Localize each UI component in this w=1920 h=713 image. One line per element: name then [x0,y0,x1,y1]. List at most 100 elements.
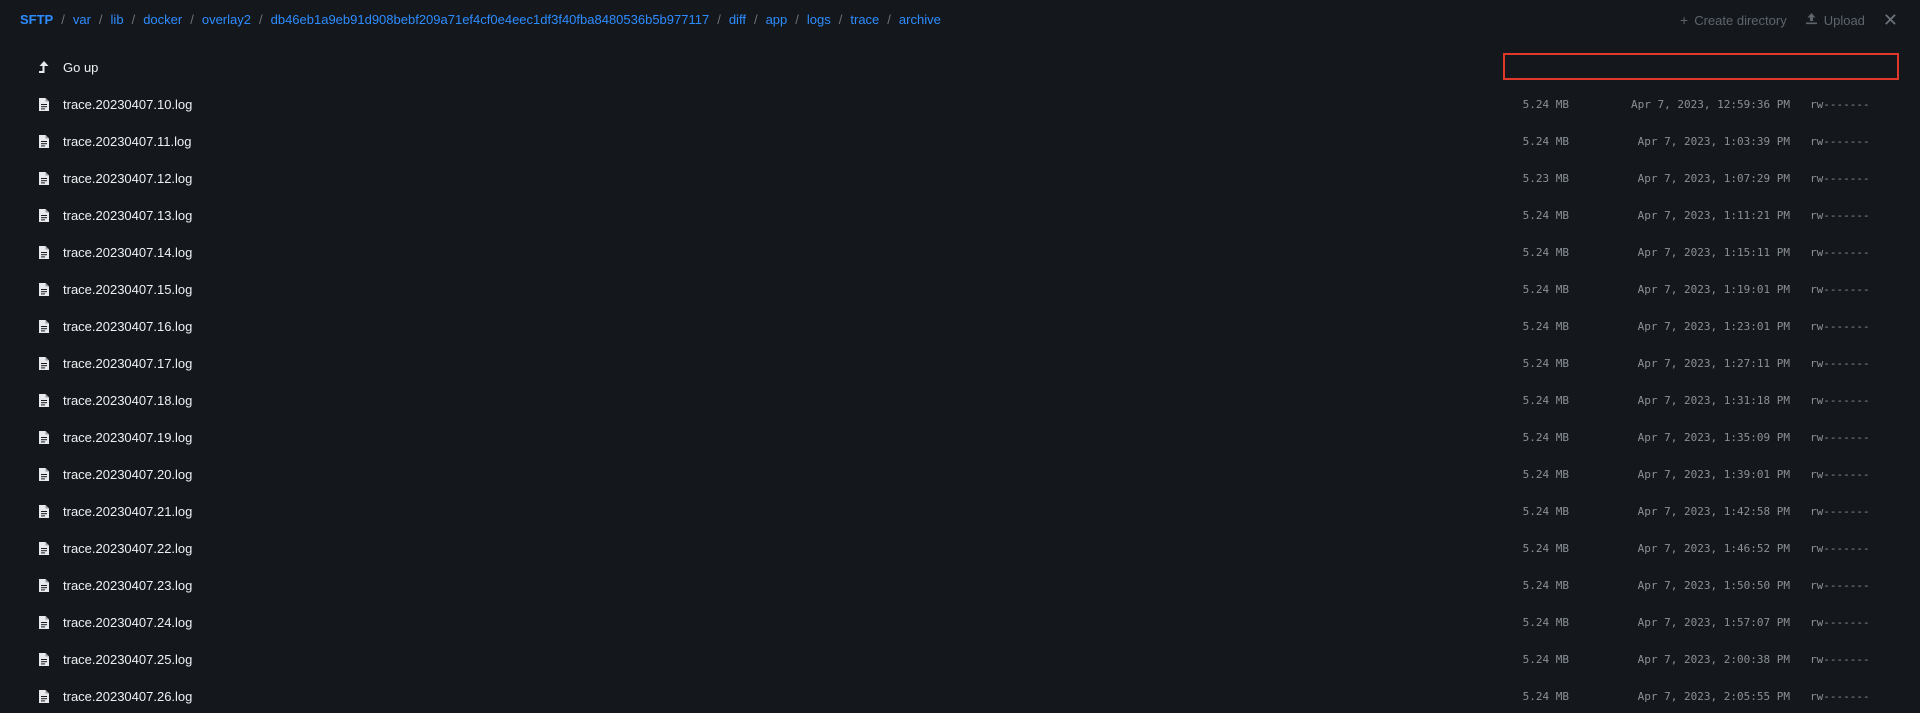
file-size: 5.24 MB [1522,616,1569,629]
breadcrumb-item[interactable]: var [73,12,91,27]
file-icon [38,319,50,334]
file-icon [38,504,50,519]
breadcrumb-separator: / [887,12,891,27]
breadcrumb-separator: / [838,12,843,27]
file-size: 5.24 MB [1522,431,1569,444]
file-size: 5.24 MB [1522,579,1569,592]
file-row[interactable]: trace.20230407.17.log 5.24 MB Apr 7, 2023,… [0,346,1920,383]
file-name: trace.20230407.18.log [63,393,193,408]
file-name: trace.20230407.17.log [63,356,193,371]
file-row[interactable]: trace.20230407.20.log 5.24 MB Apr 7, 2023,… [0,457,1920,494]
go-up-icon [38,60,50,75]
file-icon [38,282,50,297]
file-date: Apr 7, 2023, 1:39:01 PM [1637,468,1790,481]
file-icon [38,356,50,371]
file-row[interactable]: trace.20230407.26.log 5.24 MB Apr 7, 2023,… [0,679,1920,713]
file-permissions: rw------- [1810,209,1870,222]
file-permissions: rw------- [1810,320,1870,333]
file-size: 5.24 MB [1522,690,1569,703]
file-permissions: rw------- [1810,542,1870,555]
breadcrumb-item[interactable]: lib [111,12,124,27]
go-up-label: Go up [63,60,99,75]
file-icon [38,615,50,630]
file-date: Apr 7, 2023, 1:03:39 PM [1637,135,1790,148]
file-size: 5.23 MB [1522,172,1569,185]
file-row[interactable]: trace.20230407.11.log 5.24 MB Apr 7, 2023,… [0,124,1920,161]
sftp-browser: SFTP / var / lib / docker / overlay2 / d… [0,0,1920,713]
file-name: trace.20230407.13.log [63,208,193,223]
file-row[interactable]: trace.20230407.12.log 5.23 MB Apr 7, 2023,… [0,161,1920,198]
file-row[interactable]: trace.20230407.18.log 5.24 MB Apr 7, 2023,… [0,383,1920,420]
file-permissions: rw------- [1810,690,1870,703]
file-size: 5.24 MB [1522,283,1569,296]
file-list: Go up trace.20230407.10.log 5.24 MB Apr 7,… [0,50,1920,713]
file-permissions: rw------- [1810,394,1870,407]
file-name: trace.20230407.11.log [63,134,192,149]
file-date: Apr 7, 2023, 1:46:52 PM [1637,542,1790,555]
file-date: Apr 7, 2023, 1:42:58 PM [1637,505,1790,518]
file-row[interactable]: trace.20230407.25.log 5.24 MB Apr 7, 2023,… [0,642,1920,679]
breadcrumb-item[interactable]: app [766,12,788,27]
upload-label: Upload [1823,12,1865,28]
create-directory-label: Create directory [1694,12,1787,28]
file-row[interactable]: trace.20230407.22.log 5.24 MB Apr 7, 2023,… [0,531,1920,568]
file-date: Apr 7, 2023, 1:57:07 PM [1637,616,1790,629]
file-permissions: rw------- [1810,357,1870,370]
breadcrumb-separator: / [190,12,194,27]
file-size: 5.24 MB [1522,246,1569,259]
file-row[interactable]: trace.20230407.16.log 5.24 MB Apr 7, 2023,… [0,309,1920,346]
file-row[interactable]: trace.20230407.24.log 5.24 MB Apr 7, 2023,… [0,605,1920,642]
file-icon [38,652,50,667]
file-icon [38,467,50,482]
file-row[interactable]: trace.20230407.13.log 5.24 MB Apr 7, 2023,… [0,198,1920,235]
header-actions: + Create directory Upload ✕ [1662,11,1898,29]
file-name: trace.20230407.12.log [63,171,193,186]
file-permissions: rw------- [1810,616,1870,629]
file-size: 5.24 MB [1522,135,1569,148]
file-icon [38,393,50,408]
file-permissions: rw------- [1810,579,1870,592]
file-date: Apr 7, 2023, 2:05:55 PM [1637,690,1790,703]
file-row[interactable]: trace.20230407.23.log 5.24 MB Apr 7, 2023,… [0,568,1920,605]
file-row[interactable]: trace.20230407.10.log 5.24 MB Apr 7, 2023,… [0,87,1920,124]
file-permissions: rw------- [1810,283,1870,296]
create-directory-button[interactable]: + Create directory [1680,12,1787,28]
breadcrumb-item[interactable]: diff [729,12,746,27]
file-icon [38,97,50,112]
breadcrumb-root[interactable]: SFTP [20,12,53,27]
breadcrumb-separator: / [98,12,103,27]
breadcrumb-item[interactable]: docker [143,12,182,27]
upload-button[interactable]: Upload [1805,12,1865,28]
file-row[interactable]: trace.20230407.14.log 5.24 MB Apr 7, 2023,… [0,235,1920,272]
file-row[interactable]: trace.20230407.21.log 5.24 MB Apr 7, 2023,… [0,494,1920,531]
file-date: Apr 7, 2023, 1:15:11 PM [1637,246,1790,259]
breadcrumb-item[interactable]: archive [899,12,941,27]
file-date: Apr 7, 2023, 1:35:09 PM [1637,431,1790,444]
file-name: trace.20230407.20.log [63,467,193,482]
breadcrumb-item[interactable]: logs [807,12,831,27]
file-name: trace.20230407.22.log [63,541,193,556]
breadcrumb: SFTP / var / lib / docker / overlay2 / d… [20,12,941,27]
file-name: trace.20230407.15.log [63,282,193,297]
file-icon [38,541,50,556]
file-row[interactable]: trace.20230407.15.log 5.24 MB Apr 7, 2023,… [0,272,1920,309]
breadcrumb-item[interactable]: overlay2 [202,12,251,27]
breadcrumb-separator: / [61,12,65,27]
file-name: trace.20230407.19.log [63,430,193,445]
breadcrumb-item[interactable]: db46eb1a9eb91d908bebf209a71ef4cf0e4eec1d… [271,12,710,27]
file-permissions: rw------- [1810,468,1870,481]
breadcrumb-item[interactable]: trace [850,12,879,27]
breadcrumb-separator: / [753,12,758,27]
go-up-row[interactable]: Go up [0,50,1920,87]
file-size: 5.24 MB [1522,542,1569,555]
file-permissions: rw------- [1810,135,1870,148]
file-date: Apr 7, 2023, 1:27:11 PM [1637,357,1790,370]
file-icon [38,430,50,445]
file-icon [38,134,50,149]
file-permissions: rw------- [1810,246,1870,259]
file-icon [38,208,50,223]
file-permissions: rw------- [1810,98,1870,111]
close-icon[interactable]: ✕ [1883,11,1898,29]
file-row[interactable]: trace.20230407.19.log 5.24 MB Apr 7, 2023,… [0,420,1920,457]
file-permissions: rw------- [1810,653,1870,666]
